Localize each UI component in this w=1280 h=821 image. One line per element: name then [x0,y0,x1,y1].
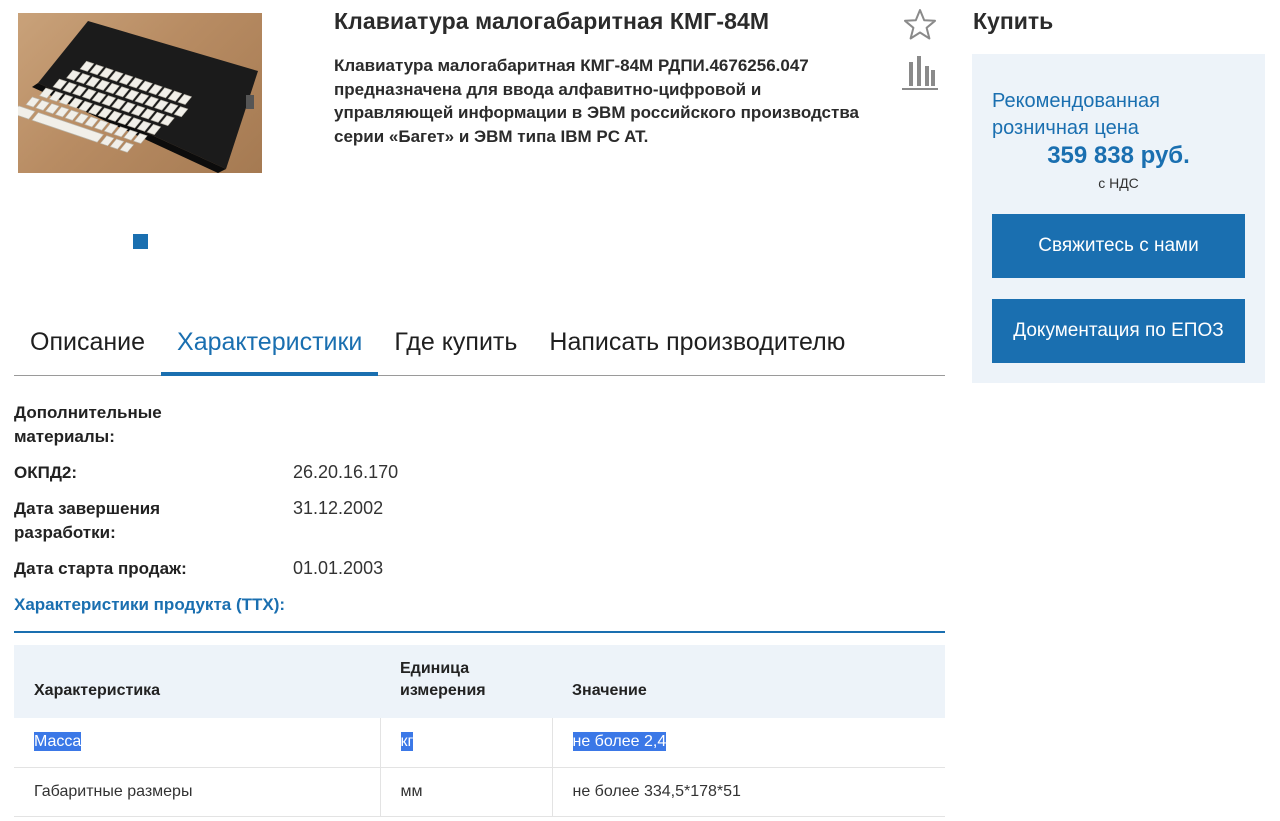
prop-label-okpd2: ОКПД2: [14,463,78,482]
price-vat-note: с НДС [1098,175,1139,191]
table-cell: не более 2,4 [552,718,945,768]
ttx-divider [14,631,945,633]
cell-characteristic: Габаритные размеры [34,782,193,800]
table-cell: мм [380,767,553,817]
cell-unit: мм [400,782,423,800]
table-header-row: Характеристика Единица измерения Значени… [14,645,945,718]
prop-value-dev-end: 31.12.2002 [293,498,384,518]
compare-bars-icon[interactable] [900,54,940,92]
ttx-table: Характеристика Единица измерения Значени… [14,645,945,817]
column-header-unit: Единица измерения [380,645,552,718]
tab-write-manufacturer[interactable]: Написать производителю [533,316,861,376]
table-row: Габаритные размеры мм не более 334,5*178… [14,767,945,817]
table-cell: Масса [14,718,381,768]
tab-where-to-buy[interactable]: Где купить [378,316,533,376]
keyboard-photo-icon [18,21,258,173]
documentation-button[interactable]: Документация по ЕПОЗ [992,299,1245,363]
table-cell: кг [380,718,553,768]
table-cell: Габаритные размеры [14,767,381,817]
prop-value-okpd2: 26.20.16.170 [293,462,399,482]
product-tabs: Описание Характеристики Где купить Напис… [14,316,945,376]
price-value: 359 838 руб. [1047,142,1190,169]
star-icon[interactable] [902,7,938,43]
cell-value: не более 334,5*178*51 [572,782,741,800]
prop-label-materials: Дополнительные материалы: [14,403,162,446]
tab-description[interactable]: Описание [14,316,161,376]
tab-characteristics[interactable]: Характеристики [161,316,379,376]
prop-value-sales-start: 01.01.2003 [293,558,384,578]
buy-heading: Купить [973,8,1054,34]
price-label: Рекомендованная розничная цена [992,90,1160,139]
cell-value: не более 2,4 [572,732,667,752]
ttx-heading: Характеристики продукта (ТТХ): [14,595,286,614]
column-header-value: Значение [552,645,945,718]
product-description: Клавиатура малогабаритная КМГ-84М РДПИ.4… [334,56,860,146]
prop-label-sales-start: Дата старта продаж: [14,559,187,578]
cell-characteristic: Масса [34,732,82,752]
table-cell: не более 334,5*178*51 [552,767,945,817]
gallery-thumb-dot[interactable] [133,234,148,249]
contact-us-button[interactable]: Свяжитесь с нами [992,214,1245,278]
buy-panel: Рекомендованная розничная цена 359 838 р… [972,54,1265,383]
product-title: Клавиатура малогабаритная КМГ-84М [334,8,770,34]
table-row: Масса кг не более 2,4 [14,718,945,768]
product-image[interactable] [18,13,262,173]
column-header-characteristic: Характеристика [14,645,380,718]
prop-label-dev-end: Дата завершения разработки: [14,499,161,542]
cell-unit: кг [400,732,414,752]
